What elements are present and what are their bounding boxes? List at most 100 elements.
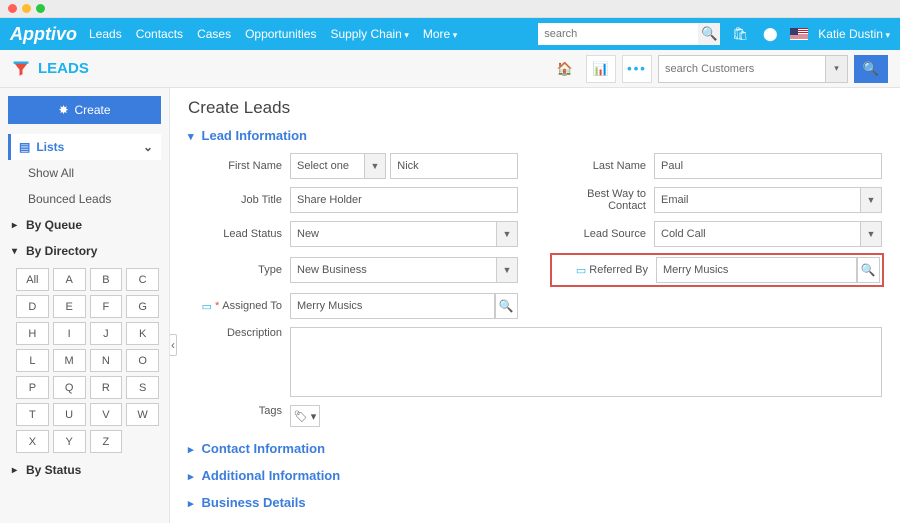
section-business-details[interactable]: Business Details [188,489,882,516]
customer-search: ▾ [658,55,848,83]
alpha-l[interactable]: L [16,349,49,372]
description-textarea[interactable] [290,327,882,397]
lead-status-dropdown[interactable]: ▼ [496,221,518,247]
sidebar-by-queue[interactable]: ▸By Queue [8,212,161,238]
alpha-g[interactable]: G [126,295,159,318]
type-select[interactable] [290,257,518,283]
min-dot[interactable] [22,4,31,13]
window-titlebar [0,0,900,18]
alpha-t[interactable]: T [16,403,49,426]
funnel-icon [12,60,30,78]
label-assigned-to: ▭*Assigned To [188,300,290,313]
global-search: 🔍 [538,23,720,45]
lead-status-select[interactable] [290,221,518,247]
sidebar-show-all[interactable]: Show All [8,160,161,186]
alpha-all[interactable]: All [16,268,49,291]
alpha-p[interactable]: P [16,376,49,399]
gear-icon: ✸ [58,103,68,117]
global-search-input[interactable] [538,23,698,45]
card-icon: ▭ [576,264,586,277]
alpha-u[interactable]: U [53,403,86,426]
sidebar: ✸Create ▤ Lists ⌄ Show All Bounced Leads… [0,88,170,523]
max-dot[interactable] [36,4,45,13]
nav-links: Leads Contacts Cases Opportunities Suppl… [89,27,457,41]
flag-icon[interactable] [790,28,808,40]
sidebar-by-directory[interactable]: ▾By Directory [8,238,161,264]
first-name-input[interactable] [390,153,518,179]
chart-icon[interactable]: 📊 [586,55,616,83]
alpha-z[interactable]: Z [90,430,123,453]
card-icon: ▭ [202,300,212,313]
alpha-k[interactable]: K [126,322,159,345]
customer-search-input[interactable] [658,55,848,83]
customer-search-dropdown[interactable]: ▾ [825,56,847,82]
notification-icon[interactable]: ⬤ [760,24,780,44]
referred-by-input[interactable] [656,257,857,283]
top-nav: Apptivo Leads Contacts Cases Opportuniti… [0,18,900,50]
store-icon[interactable]: 🛍 [730,24,750,44]
assigned-to-search-button[interactable]: 🔍 [495,293,518,319]
alpha-d[interactable]: D [16,295,49,318]
add-tag-button[interactable]: 🏷 ▾ [290,405,320,427]
alpha-w[interactable]: W [126,403,159,426]
alpha-r[interactable]: R [90,376,123,399]
section-lead-information[interactable]: Lead Information [188,122,882,149]
lead-source-select[interactable] [654,221,882,247]
alpha-a[interactable]: A [53,268,86,291]
user-menu[interactable]: Katie Dustin [818,27,890,41]
alpha-m[interactable]: M [53,349,86,372]
customer-search-button[interactable]: 🔍 [854,55,888,83]
alpha-y[interactable]: Y [53,430,86,453]
sidebar-bounced-leads[interactable]: Bounced Leads [8,186,161,212]
more-actions-icon[interactable]: ••• [622,55,652,83]
home-icon[interactable]: 🏠 [550,55,580,83]
sidebar-lists[interactable]: ▤ Lists ⌄ [8,134,161,160]
nav-leads[interactable]: Leads [89,27,122,41]
alpha-o[interactable]: O [126,349,159,372]
list-icon: ▤ [19,140,30,154]
alpha-b[interactable]: B [90,268,123,291]
salutation-dropdown[interactable]: ▼ [364,153,386,179]
label-tags: Tags [188,405,290,417]
create-button[interactable]: ✸Create [8,96,161,124]
chevron-down-icon: ⌄ [143,140,153,154]
referred-by-highlight: ▭Referred By 🔍 [550,253,884,287]
best-way-dropdown[interactable]: ▼ [860,187,882,213]
label-best-way: Best Way to Contact [552,188,654,212]
alpha-f[interactable]: F [90,295,123,318]
logo[interactable]: Apptivo [10,24,77,45]
module-title: LEADS [12,60,89,78]
sidebar-collapse-handle[interactable]: ‹ [170,334,177,356]
alpha-v[interactable]: V [90,403,123,426]
label-last-name: Last Name [552,160,654,172]
alpha-i[interactable]: I [53,322,86,345]
referred-by-search-button[interactable]: 🔍 [857,257,880,283]
type-dropdown[interactable]: ▼ [496,257,518,283]
alpha-n[interactable]: N [90,349,123,372]
section-additional-information[interactable]: Additional Information [188,462,882,489]
sidebar-by-status[interactable]: ▸By Status [8,457,161,483]
alpha-filter: AllABC DEFG HIJK LMNO PQRS TUVW XYZ [8,264,161,457]
best-way-select[interactable] [654,187,882,213]
assigned-to-input[interactable] [290,293,495,319]
section-contact-information[interactable]: Contact Information [188,435,882,462]
global-search-button[interactable]: 🔍 [698,23,720,45]
alpha-c[interactable]: C [126,268,159,291]
alpha-q[interactable]: Q [53,376,86,399]
lead-source-dropdown[interactable]: ▼ [860,221,882,247]
alpha-e[interactable]: E [53,295,86,318]
last-name-input[interactable] [654,153,882,179]
label-lead-status: Lead Status [188,228,290,240]
nav-contacts[interactable]: Contacts [136,27,183,41]
alpha-h[interactable]: H [16,322,49,345]
job-title-input[interactable] [290,187,518,213]
alpha-x[interactable]: X [16,430,49,453]
alpha-j[interactable]: J [90,322,123,345]
close-dot[interactable] [8,4,17,13]
nav-cases[interactable]: Cases [197,27,231,41]
nav-supply-chain[interactable]: Supply Chain [330,27,408,41]
label-type: Type [188,264,290,276]
alpha-s[interactable]: S [126,376,159,399]
nav-opportunities[interactable]: Opportunities [245,27,316,41]
nav-more[interactable]: More [423,27,457,41]
